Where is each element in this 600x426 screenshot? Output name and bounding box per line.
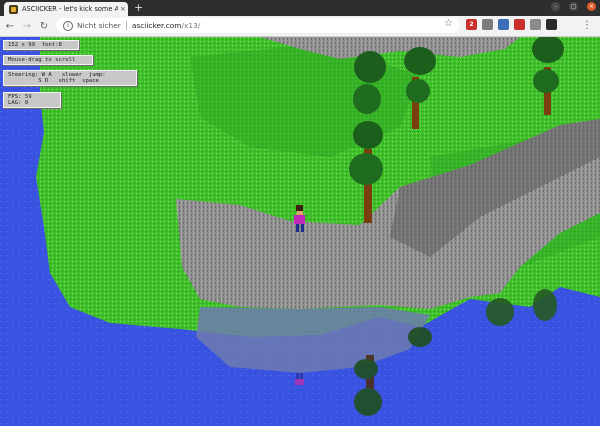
extension-icons: 2 bbox=[466, 19, 557, 30]
asciicker-favicon-icon bbox=[9, 4, 18, 14]
game-scene[interactable] bbox=[0, 37, 600, 426]
tab-title: ASCIICKER - let's kick some ASCII bbox=[22, 5, 118, 13]
menu-kebab-icon[interactable]: ⋮ bbox=[582, 20, 592, 31]
ext-abp-icon[interactable]: 2 bbox=[466, 19, 477, 30]
ext-puzzle-icon[interactable] bbox=[530, 19, 541, 30]
hud-mouse-hint: Mouse-drag to scroll bbox=[3, 55, 93, 65]
back-arrow-icon[interactable]: ← bbox=[3, 21, 17, 32]
browser-tab-bar: ASCIICKER - let's kick some ASCII × + – … bbox=[0, 0, 600, 16]
browser-toolbar: ← → ↻ i Nicht sicher asciicker.com/x13/ … bbox=[0, 16, 600, 37]
hud-fps-panel: FPS: 59 LAG: 0 bbox=[3, 92, 61, 108]
window-controls: – □ × bbox=[551, 2, 596, 11]
game-viewport[interactable]: 152 x 99 font:8 Mouse-drag to scroll Ste… bbox=[0, 37, 600, 426]
hud-controls-panel: Steering: W A slower jump: S D shift spa… bbox=[3, 70, 137, 86]
hud-lag: LAG: 0 bbox=[8, 100, 29, 106]
ext-hn-icon[interactable] bbox=[498, 19, 509, 30]
bookmark-star-icon[interactable]: ☆ bbox=[444, 18, 453, 29]
new-tab-button[interactable]: + bbox=[134, 1, 143, 14]
ext-profile-icon[interactable] bbox=[546, 19, 557, 30]
security-label: Nicht sicher bbox=[77, 21, 121, 30]
address-bar[interactable]: i Nicht sicher asciicker.com/x13/ ☆ bbox=[56, 18, 460, 33]
close-window-icon[interactable]: × bbox=[587, 2, 596, 11]
minimize-icon[interactable]: – bbox=[551, 2, 560, 11]
info-icon[interactable]: i bbox=[63, 20, 73, 31]
address-separator bbox=[125, 21, 127, 30]
reload-icon[interactable]: ↻ bbox=[37, 21, 51, 32]
maximize-icon[interactable]: □ bbox=[569, 2, 578, 11]
url-path: /x13/ bbox=[181, 21, 201, 30]
hud-size-panel: 152 x 99 font:8 bbox=[3, 40, 79, 50]
tab-close-icon[interactable]: × bbox=[120, 5, 126, 13]
ext-adblock-icon[interactable] bbox=[514, 19, 525, 30]
forward-arrow-icon[interactable]: → bbox=[20, 21, 34, 32]
url-host: asciicker.com bbox=[131, 21, 182, 30]
url-text[interactable]: asciicker.com/x13/ bbox=[132, 21, 200, 30]
hud-controls-line2: S D shift space bbox=[8, 78, 99, 84]
browser-tab[interactable]: ASCIICKER - let's kick some ASCII × bbox=[4, 2, 128, 16]
ext-pocket-icon[interactable] bbox=[482, 19, 493, 30]
